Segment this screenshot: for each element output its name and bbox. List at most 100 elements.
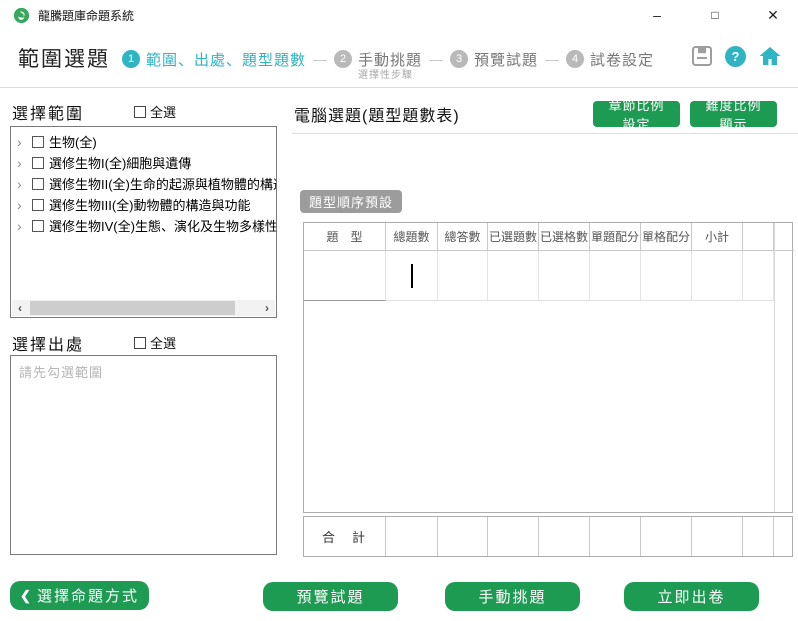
window-title: 龍騰題庫命題系統 <box>38 8 135 23</box>
text-caret <box>410 263 413 288</box>
step-separator: — <box>545 51 560 67</box>
scope-select-all[interactable]: 全選 <box>134 102 176 121</box>
step-4-label: 試卷設定 <box>590 51 655 69</box>
step-4-paper-setup[interactable]: 4 試卷設定 <box>566 49 654 70</box>
tree-item-label[interactable]: 生物(全) <box>49 132 97 151</box>
step-1-number: 1 <box>122 50 140 68</box>
tree-item-elective-2[interactable]: › 選修生物II(全)生命的起源與植物體的構造 <box>11 173 276 194</box>
app-logo-icon <box>13 7 30 23</box>
right-panel-divider <box>292 133 798 134</box>
step-1-scope[interactable]: 1 範圍、出處、題型題數 <box>122 49 306 70</box>
scroll-right-icon[interactable]: › <box>259 300 275 316</box>
source-list[interactable]: 請先勾選範圍 <box>10 355 277 555</box>
source-panel-title: 選擇出處 <box>12 337 85 354</box>
horizontal-scrollbar[interactable]: ‹ › <box>12 300 275 316</box>
home-icon[interactable] <box>758 44 782 68</box>
tree-item-elective-3[interactable]: › 選修生物III(全)動物體的構造與功能 <box>11 194 276 215</box>
scope-tree[interactable]: › 生物(全) › 選修生物I(全)細胞與遺傳 › 選修生物II(全)生命的起源… <box>10 126 277 318</box>
total-blank <box>743 517 774 556</box>
question-type-table: 題 型 總題數 總答數 已選題數 已選格數 單題配分 單格配分 小計 <box>303 222 794 513</box>
manual-pick-button[interactable]: 手動挑題 <box>445 582 580 611</box>
difficulty-ratio-button[interactable]: 難度比例顯示 <box>690 98 777 132</box>
total-row: 合 計 <box>303 516 793 557</box>
total-points-per-blank <box>641 517 692 556</box>
preview-questions-button[interactable]: 預覽試題 <box>263 582 398 611</box>
cell-points-per-question[interactable] <box>590 251 641 301</box>
help-icon[interactable]: ? <box>725 45 746 67</box>
source-select-all-checkbox[interactable] <box>134 336 146 349</box>
expand-arrow-icon[interactable]: › <box>17 177 30 191</box>
total-total-questions <box>386 517 438 556</box>
minimize-button[interactable]: – <box>646 7 668 23</box>
cell-total-answers[interactable] <box>438 251 488 301</box>
app-window: 龍騰題庫命題系統 – □ ✕ 範圍選題 1 範圍、出處、題型題數 — 2 手動挑… <box>0 0 798 621</box>
total-selected-questions <box>488 517 539 556</box>
expand-arrow-icon[interactable]: › <box>17 135 30 149</box>
tree-item-label[interactable]: 選修生物III(全)動物體的構造與功能 <box>49 195 251 214</box>
header-icon-group: ? <box>691 44 782 68</box>
scroll-left-icon[interactable]: ‹ <box>12 300 28 316</box>
step-1-label: 範圍、出處、題型題數 <box>146 51 307 69</box>
page-header: 範圍選題 1 範圍、出處、題型題數 — 2 手動挑題 選擇性步驟 — 3 預覽試… <box>0 30 798 88</box>
scope-panel-title: 選擇範圍 <box>12 106 85 123</box>
cell-selected-questions[interactable] <box>488 251 539 301</box>
expand-arrow-icon[interactable]: › <box>17 198 30 212</box>
step-2-manual-pick[interactable]: 2 手動挑題 選擇性步驟 <box>334 49 422 81</box>
tree-item-checkbox[interactable] <box>32 177 44 190</box>
column-header-points-per-question: 單題配分 <box>590 223 641 251</box>
source-select-all-label[interactable]: 全選 <box>150 333 176 352</box>
table-gutter-line <box>774 223 775 512</box>
tree-item-elective-1[interactable]: › 選修生物I(全)細胞與遺傳 <box>11 152 276 173</box>
cell-type[interactable] <box>304 251 386 301</box>
expand-arrow-icon[interactable]: › <box>17 156 30 170</box>
scrollbar-thumb[interactable] <box>30 301 235 315</box>
step-4-number: 4 <box>566 50 585 68</box>
total-total-answers <box>438 517 488 556</box>
scope-panel-header: 選擇範圍 全選 <box>12 100 277 124</box>
tree-item-label[interactable]: 選修生物I(全)細胞與遺傳 <box>49 153 191 172</box>
cell-subtotal[interactable] <box>692 251 743 301</box>
step-3-preview[interactable]: 3 預覽試題 <box>450 49 538 70</box>
back-to-mode-button[interactable]: ❮ 選擇命題方式 <box>10 581 149 610</box>
chevron-left-icon: ❮ <box>20 587 31 603</box>
column-header-type: 題 型 <box>304 223 386 251</box>
column-header-gutter <box>774 223 794 251</box>
column-header-total-questions: 總題數 <box>386 223 438 251</box>
window-controls: – □ ✕ <box>646 0 784 30</box>
source-select-all[interactable]: 全選 <box>134 333 176 352</box>
expand-arrow-icon[interactable]: › <box>17 219 30 233</box>
tree-item-checkbox[interactable] <box>32 219 44 232</box>
total-subtotal <box>692 517 743 556</box>
help-glyph: ? <box>731 48 740 64</box>
tree-item-checkbox[interactable] <box>32 156 44 169</box>
back-button-label: 選擇命題方式 <box>36 588 139 605</box>
step-2-sublabel: 選擇性步驟 <box>358 69 414 81</box>
scope-select-all-label[interactable]: 全選 <box>150 102 176 121</box>
table-row <box>304 251 792 301</box>
scope-select-all-checkbox[interactable] <box>134 105 146 118</box>
cell-points-per-blank[interactable] <box>641 251 692 301</box>
tree-item-label[interactable]: 選修生物II(全)生命的起源與植物體的構造 <box>49 174 276 193</box>
step-indicator: 1 範圍、出處、題型題數 — 2 手動挑題 選擇性步驟 — 3 預覽試題 — 4… <box>122 30 654 88</box>
chapter-ratio-button[interactable]: 章節比例設定 <box>593 98 680 132</box>
total-selected-blanks <box>539 517 590 556</box>
type-order-preset-button[interactable]: 題型順序預設 <box>300 190 403 213</box>
cell-selected-blanks[interactable] <box>539 251 590 301</box>
page-title: 範圍選題 <box>18 48 110 71</box>
total-gutter <box>774 517 794 556</box>
maximize-button[interactable]: □ <box>704 8 726 22</box>
cell-total-questions-focused[interactable] <box>386 251 438 301</box>
tree-item-checkbox[interactable] <box>32 135 44 148</box>
save-icon[interactable] <box>691 45 713 67</box>
computer-select-title: 電腦選題(題型題數表) <box>294 108 460 125</box>
tree-item-biology-all[interactable]: › 生物(全) <box>11 131 276 152</box>
cell-gutter <box>774 251 794 301</box>
tree-item-label[interactable]: 選修生物IV(全)生態、演化及生物多樣性 <box>49 216 276 235</box>
generate-paper-button[interactable]: 立即出卷 <box>624 582 759 611</box>
close-button[interactable]: ✕ <box>762 7 784 24</box>
column-header-points-per-blank: 單格配分 <box>641 223 692 251</box>
tree-item-elective-4[interactable]: › 選修生物IV(全)生態、演化及生物多樣性 <box>11 215 276 236</box>
step-3-label: 預覽試題 <box>474 51 539 69</box>
tree-item-checkbox[interactable] <box>32 198 44 211</box>
column-header-subtotal: 小計 <box>692 223 743 251</box>
